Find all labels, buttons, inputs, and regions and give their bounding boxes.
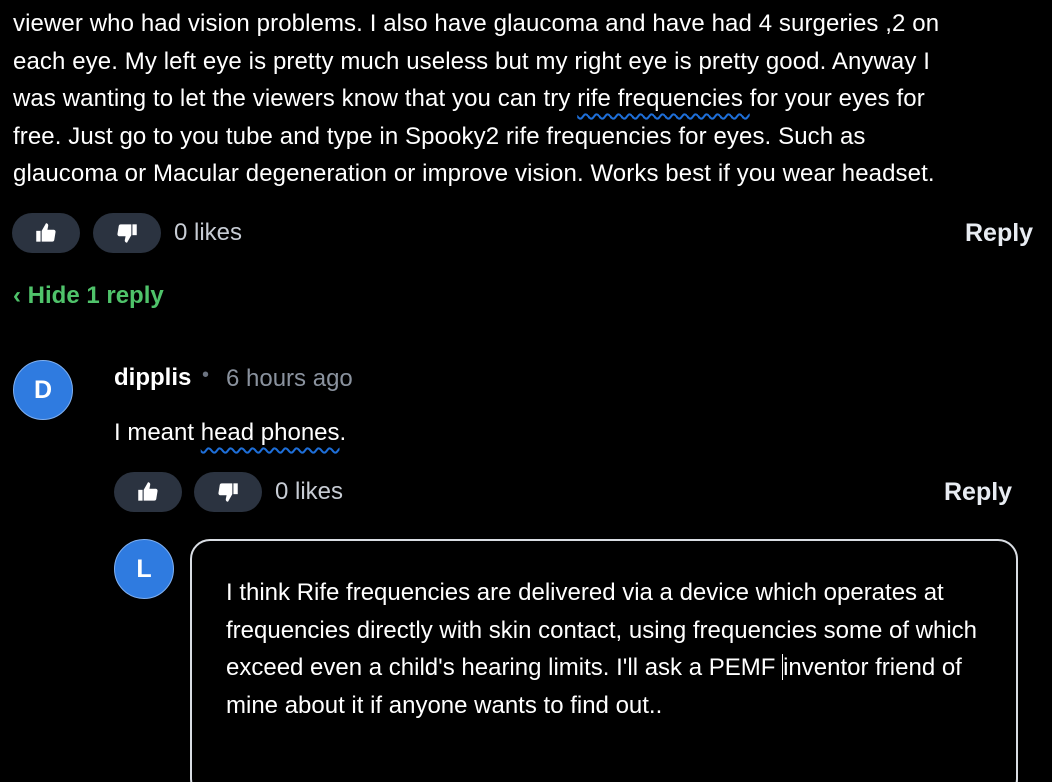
thumbs-down-icon xyxy=(218,483,238,502)
misspelled-word[interactable]: head phones xyxy=(201,419,340,446)
upvote-button[interactable] xyxy=(114,472,182,512)
avatar: L xyxy=(114,539,174,599)
parent-comment-text: viewer who had vision problems. I also h… xyxy=(13,5,1043,193)
thumbs-up-icon xyxy=(36,223,56,242)
timestamp: 6 hours ago xyxy=(226,365,353,392)
comment-text-segment: I meant xyxy=(114,419,201,446)
comment-line: was wanting to let the viewers know that… xyxy=(13,80,1043,118)
reply-button[interactable]: Reply xyxy=(965,219,1033,248)
comment-line: each eye. My left eye is pretty much use… xyxy=(13,47,931,75)
thumbs-up-icon xyxy=(138,482,158,501)
reply-textarea[interactable]: I think Rife frequencies are delivered v… xyxy=(190,539,1018,782)
likes-count: 0 likes xyxy=(174,219,243,246)
downvote-button[interactable] xyxy=(194,472,262,512)
downvote-button[interactable] xyxy=(93,213,161,253)
comment-text-segment: was wanting to let the viewers know that… xyxy=(13,85,578,112)
comment-line: viewer who had vision problems. I also h… xyxy=(13,10,940,37)
upvote-button[interactable] xyxy=(12,213,80,253)
comment-text-segment: for your eyes for xyxy=(749,85,925,112)
reply-draft-text[interactable]: I think Rife frequencies are delivered v… xyxy=(226,574,996,724)
hide-replies-toggle[interactable]: ‹ Hide 1 reply xyxy=(13,282,164,310)
avatar[interactable]: D xyxy=(13,360,73,420)
misspelled-word[interactable]: rife frequencies xyxy=(577,85,749,112)
comment-line: glaucoma or Macular degeneration or impr… xyxy=(13,160,935,187)
comments-section: viewer who had vision problems. I also h… xyxy=(0,0,1052,782)
thumbs-down-icon xyxy=(117,224,137,243)
comment-line: free. Just go to you tube and type in Sp… xyxy=(13,122,866,150)
username[interactable]: dipplis xyxy=(114,364,191,392)
separator-dot: • xyxy=(202,364,210,386)
comment-text-segment: . xyxy=(339,419,347,446)
reply-button[interactable]: Reply xyxy=(944,478,1012,507)
reply-comment-text: I meant head phones. xyxy=(114,419,346,447)
likes-count: 0 likes xyxy=(275,478,344,505)
